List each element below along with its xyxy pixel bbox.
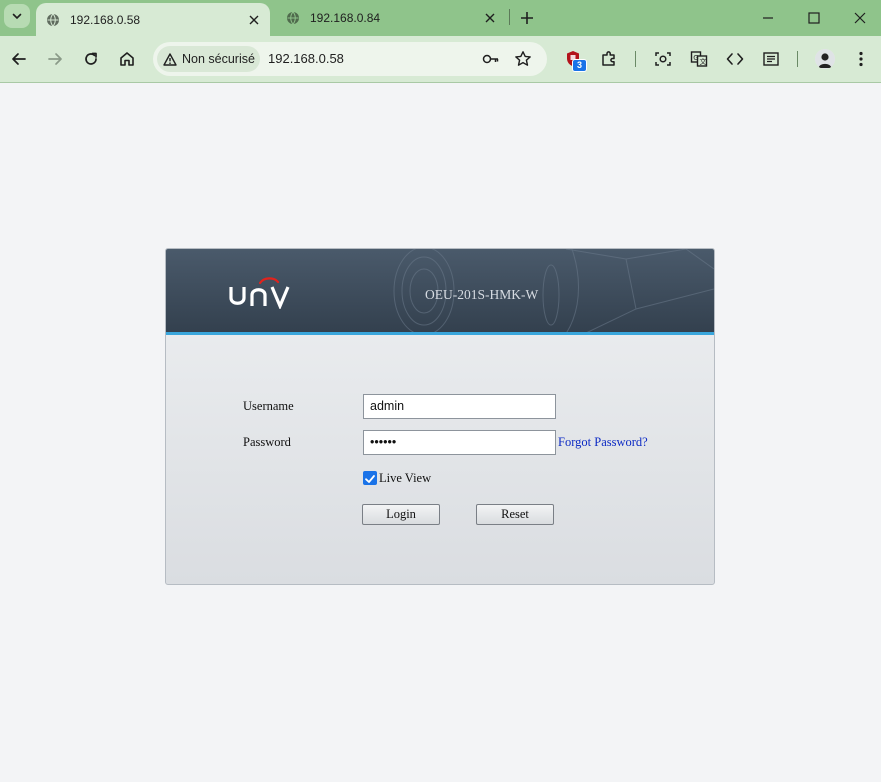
- tab-divider: [509, 9, 510, 25]
- forward-arrow-icon[interactable]: [45, 49, 65, 69]
- password-label: Password: [243, 435, 291, 449]
- puzzle-extensions-icon[interactable]: [599, 49, 619, 69]
- password-input[interactable]: ••••••: [363, 430, 556, 455]
- username-label: Username: [243, 399, 294, 413]
- profile-icon: [815, 49, 835, 69]
- bookmark-star-icon[interactable]: [513, 49, 533, 69]
- more-menu-icon[interactable]: [851, 49, 871, 69]
- banner-accent-line: [166, 332, 714, 335]
- globe-icon: [47, 13, 59, 26]
- window-close-icon[interactable]: [850, 8, 870, 28]
- translate-icon[interactable]: G 文: [689, 49, 709, 69]
- reset-button[interactable]: Reset: [476, 504, 554, 525]
- unv-logo: [229, 277, 290, 309]
- extension-badge: 3: [572, 59, 587, 72]
- reading-list-icon[interactable]: [761, 49, 781, 69]
- login-banner: OEU-201S-HMK-W: [166, 249, 714, 333]
- back-arrow-icon[interactable]: [9, 49, 29, 69]
- login-panel: OEU-201S-HMK-W Username admin Password •…: [165, 248, 715, 585]
- tab-active[interactable]: 192.168.0.58: [36, 3, 270, 36]
- tab-search-button[interactable]: [4, 4, 30, 28]
- checkmark-icon: [365, 475, 375, 483]
- warning-icon: [163, 52, 177, 66]
- close-icon[interactable]: [248, 14, 260, 26]
- live-view-checkbox[interactable]: [363, 471, 377, 485]
- reload-icon[interactable]: [81, 49, 101, 69]
- lens-screenshot-icon[interactable]: [653, 49, 673, 69]
- tab-title: 192.168.0.84: [310, 11, 381, 25]
- chevron-down-icon: [12, 13, 22, 20]
- security-label: Non sécurisé: [182, 52, 255, 66]
- minimize-icon[interactable]: [758, 8, 778, 28]
- tab-inactive[interactable]: 192.168.0.84: [276, 0, 506, 36]
- globe-icon: [287, 11, 299, 25]
- toolbar-separator: [797, 51, 798, 67]
- close-icon[interactable]: [484, 12, 496, 24]
- forgot-password-link[interactable]: Forgot Password?: [558, 435, 648, 450]
- device-model: OEU-201S-HMK-W: [425, 287, 539, 302]
- maximize-icon[interactable]: [804, 8, 824, 28]
- toolbar-divider: [0, 82, 881, 83]
- new-tab-icon[interactable]: [517, 8, 537, 28]
- tab-title: 192.168.0.58: [70, 12, 141, 27]
- code-icon[interactable]: [725, 49, 745, 69]
- username-input[interactable]: admin: [363, 394, 556, 419]
- svg-text:文: 文: [700, 57, 707, 66]
- svg-text:G: G: [693, 54, 698, 62]
- live-view-label: Live View: [379, 471, 432, 485]
- toolbar-separator: [635, 51, 636, 67]
- profile-avatar[interactable]: [815, 49, 835, 69]
- home-icon[interactable]: [117, 49, 137, 69]
- url-text[interactable]: 192.168.0.58: [268, 51, 344, 66]
- security-indicator[interactable]: Non sécurisé: [157, 46, 260, 72]
- login-button[interactable]: Login: [362, 504, 440, 525]
- key-icon[interactable]: [481, 49, 501, 69]
